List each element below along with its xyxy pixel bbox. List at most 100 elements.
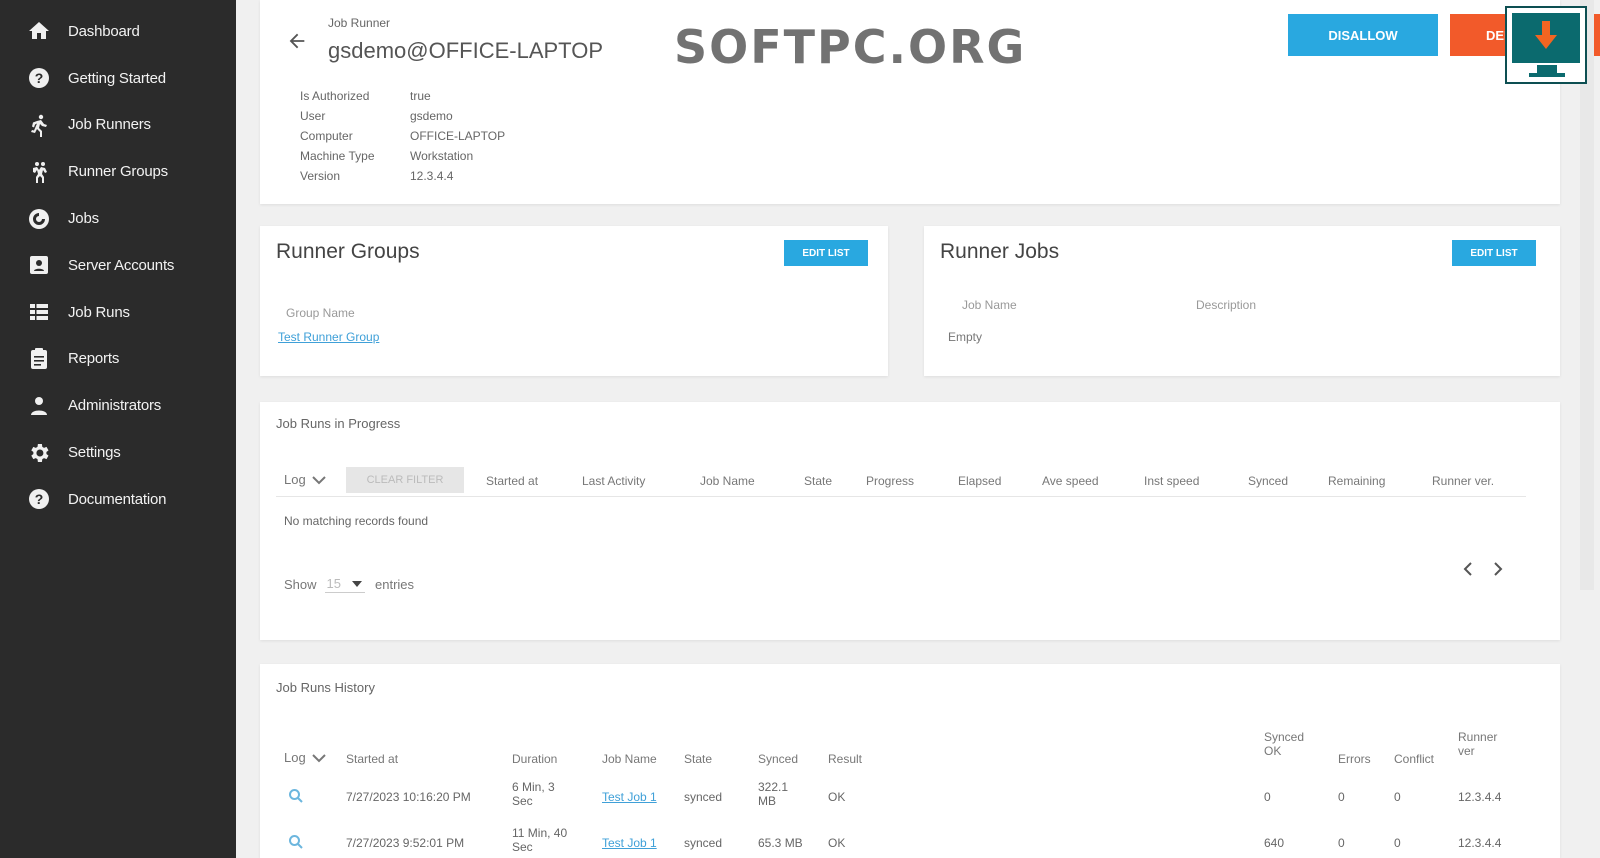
- column-header[interactable]: Inst speed: [1144, 474, 1199, 488]
- column-header[interactable]: Synced: [758, 752, 798, 766]
- column-header[interactable]: Conflict: [1394, 752, 1434, 766]
- started-cell: 7/27/2023 10:16:20 PM: [346, 790, 471, 804]
- synced-cell: 65.3 MB: [758, 836, 803, 850]
- page-scrollbar[interactable]: [1580, 0, 1594, 590]
- log-label: Log: [284, 472, 306, 487]
- runs-history-card: Job Runs History Log Started at Duration…: [260, 664, 1560, 858]
- sidebar-item-getting-started[interactable]: ? Getting Started: [0, 55, 236, 102]
- group-link[interactable]: Test Runner Group: [278, 330, 379, 344]
- entries-label: entries: [375, 577, 415, 592]
- sidebar: Dashboard ? Getting Started Job Runners …: [0, 0, 236, 858]
- column-header[interactable]: Runner ver: [1458, 730, 1508, 758]
- empty-text: No matching records found: [284, 514, 429, 528]
- column-header[interactable]: Runner ver.: [1432, 474, 1494, 488]
- info-key: Machine Type: [300, 149, 375, 163]
- page-size-select[interactable]: 15: [324, 576, 365, 593]
- info-row: Computer OFFICE-LAPTOP: [300, 126, 505, 146]
- home-icon: [26, 18, 52, 44]
- info-value: Workstation: [410, 149, 474, 163]
- sidebar-item-reports[interactable]: Reports: [0, 336, 236, 383]
- sidebar-item-documentation[interactable]: ? Documentation: [0, 476, 236, 523]
- page-size-value: 15: [326, 576, 341, 591]
- column-header[interactable]: Synced: [1248, 474, 1288, 488]
- column-header[interactable]: Errors: [1338, 752, 1371, 766]
- sidebar-item-job-runs[interactable]: Job Runs: [0, 289, 236, 336]
- log-dropdown[interactable]: Log: [284, 472, 326, 487]
- result-cell: OK: [828, 790, 846, 804]
- runner-icon: [26, 112, 52, 138]
- empty-text: Empty: [948, 330, 983, 344]
- search-icon[interactable]: [288, 834, 304, 850]
- edit-jobs-button[interactable]: EDIT LIST: [1452, 240, 1536, 266]
- info-key: Is Authorized: [300, 89, 370, 103]
- sidebar-item-server-accounts[interactable]: Server Accounts: [0, 242, 236, 289]
- help-icon: ?: [26, 65, 52, 91]
- runner-info: Is Authorized true User gsdemo Computer OFF…: [300, 86, 505, 186]
- download-arrow-icon: [1535, 21, 1557, 49]
- info-key: User: [300, 109, 326, 123]
- page-subtitle: Job Runner: [328, 16, 391, 30]
- synced-ok-cell: 640: [1264, 836, 1285, 850]
- column-header[interactable]: Synced OK: [1264, 730, 1314, 758]
- column-header[interactable]: Remaining: [1328, 474, 1385, 488]
- description-header: Description: [1196, 298, 1257, 312]
- job-link[interactable]: Test Job 1: [602, 836, 657, 850]
- download-monitor-icon: [1505, 6, 1587, 84]
- runner-header-card: Job Runner gsdemo@OFFICE-LAPTOP SOFTPC.O…: [260, 0, 1600, 204]
- clear-filter-button[interactable]: CLEAR FILTER: [346, 467, 464, 493]
- duration-cell: 11 Min, 40 Sec: [512, 826, 568, 854]
- info-key: Version: [300, 169, 341, 183]
- log-label: Log: [284, 750, 306, 765]
- back-arrow-icon[interactable]: [286, 30, 308, 52]
- previous-page-icon[interactable]: [1460, 560, 1478, 578]
- info-value: gsdemo: [410, 109, 453, 123]
- column-header[interactable]: State: [804, 474, 832, 488]
- state-cell: synced: [684, 836, 723, 850]
- sidebar-item-dashboard[interactable]: Dashboard: [0, 8, 236, 55]
- column-header[interactable]: Result: [828, 752, 862, 766]
- sidebar-item-label: Documentation: [68, 490, 167, 508]
- sidebar-item-label: Settings: [68, 444, 121, 462]
- started-cell: 7/27/2023 9:52:01 PM: [346, 836, 465, 850]
- next-page-icon[interactable]: [1488, 560, 1506, 578]
- runner-jobs-title: Runner Jobs: [940, 240, 1060, 263]
- column-header[interactable]: Elapsed: [958, 474, 1001, 488]
- column-header[interactable]: Started at: [346, 752, 398, 766]
- errors-cell: 0: [1338, 790, 1345, 804]
- conflict-cell: 0: [1394, 836, 1401, 850]
- job-link[interactable]: Test Job 1: [602, 790, 657, 804]
- monitor-screen: [1512, 13, 1580, 63]
- version-cell: 12.3.4.4: [1458, 836, 1502, 850]
- watermark-text: SOFTPC.ORG: [674, 20, 1027, 74]
- column-header[interactable]: Last Activity: [582, 474, 645, 488]
- info-value: OFFICE-LAPTOP: [410, 129, 506, 143]
- column-header[interactable]: Started at: [486, 474, 538, 488]
- column-header[interactable]: Progress: [866, 474, 914, 488]
- sidebar-item-job-runners[interactable]: Job Runners: [0, 102, 236, 149]
- divider: [276, 496, 1526, 497]
- sidebar-item-runner-groups[interactable]: Runner Groups: [0, 148, 236, 195]
- column-header[interactable]: Job Name: [602, 752, 657, 766]
- log-dropdown[interactable]: Log: [284, 750, 326, 765]
- sidebar-item-administrators[interactable]: Administrators: [0, 382, 236, 429]
- monitor-stand: [1537, 65, 1557, 73]
- monitor-base: [1529, 73, 1565, 77]
- search-icon[interactable]: [288, 788, 304, 804]
- column-header[interactable]: Duration: [512, 752, 557, 766]
- edit-groups-button[interactable]: EDIT LIST: [784, 240, 868, 266]
- job-name-header: Job Name: [962, 298, 1017, 312]
- state-cell: synced: [684, 790, 723, 804]
- column-header[interactable]: State: [684, 752, 712, 766]
- help-icon: ?: [26, 486, 52, 512]
- page-size-control: Show 15 entries: [284, 576, 414, 593]
- sidebar-item-settings[interactable]: Settings: [0, 429, 236, 476]
- disallow-button[interactable]: DISALLOW: [1288, 14, 1438, 56]
- column-header[interactable]: Ave speed: [1042, 474, 1099, 488]
- caret-down-icon: [352, 580, 362, 587]
- sidebar-item-jobs[interactable]: Jobs: [0, 195, 236, 242]
- runs-history-title: Job Runs History: [276, 680, 375, 695]
- column-header[interactable]: Job Name: [700, 474, 755, 488]
- sidebar-item-label: Administrators: [68, 397, 162, 415]
- info-row: Version 12.3.4.4: [300, 166, 505, 186]
- person-icon: [26, 393, 52, 419]
